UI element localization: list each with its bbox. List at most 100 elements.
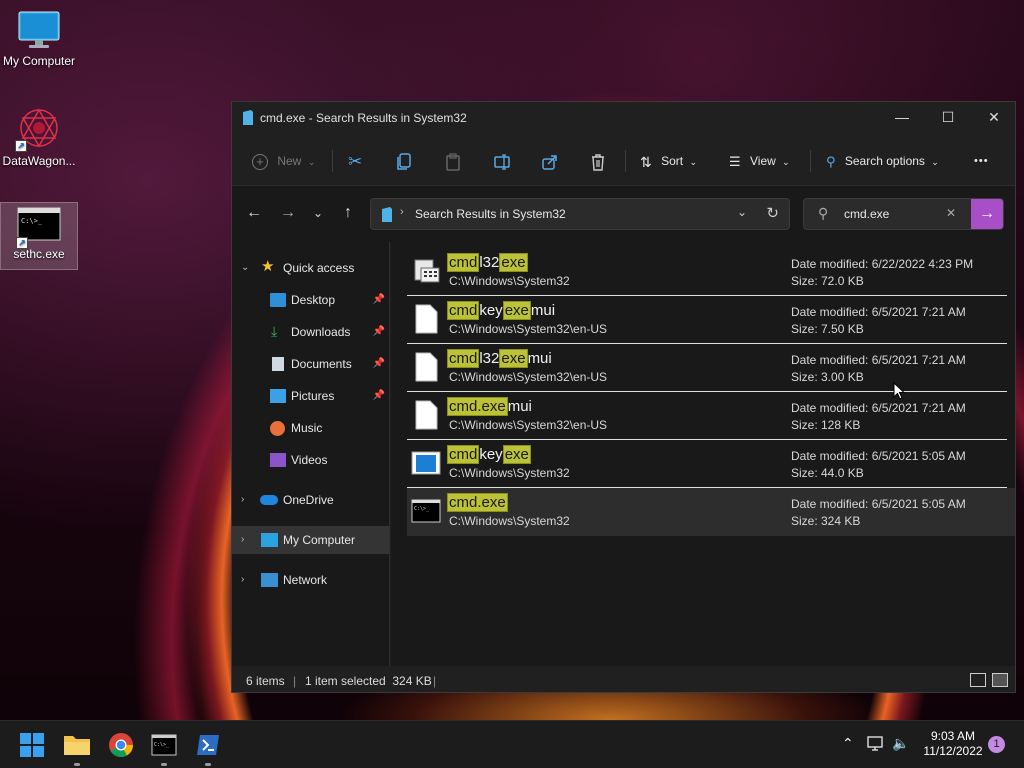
share-button[interactable] [542, 148, 558, 174]
tiles-view-icon[interactable] [992, 673, 1008, 687]
nav-videos[interactable]: Videos [232, 446, 389, 474]
nav-label: Music [291, 421, 323, 435]
chevron-down-icon: ⌄ [689, 157, 697, 167]
show-hidden-icons-chevron-icon[interactable]: ⌃ [842, 735, 854, 752]
view-list-icon: ☰ [729, 153, 741, 169]
search-options-button[interactable]: ⚲ Search options ⌄ [826, 148, 939, 174]
volume-icon[interactable]: 🔈 [892, 735, 909, 752]
result-row[interactable]: cmd l32 exe C:\Windows\System32 Date modif… [407, 248, 1007, 296]
toolbar-divider [810, 150, 811, 172]
match-highlight: cmd [447, 349, 480, 368]
search-go-button[interactable]: → [971, 199, 1003, 229]
notification-badge[interactable]: 1 [988, 736, 1005, 753]
nav-network[interactable]: › Network [232, 566, 389, 594]
search-options-label: Search options [844, 154, 925, 168]
system-clock[interactable]: 9:03 AM 11/12/2022 [918, 729, 988, 759]
result-row[interactable]: cmd key exe C:\Windows\System32 Date modif… [407, 440, 1007, 488]
search-input[interactable]: cmd.exe [844, 207, 889, 221]
start-button[interactable] [12, 729, 52, 761]
chevron-down-icon: ⌄ [931, 157, 939, 167]
nav-pictures[interactable]: Pictures 📌 [232, 382, 389, 410]
desktop-icon-my-computer[interactable]: My Computer [0, 10, 78, 68]
nav-my-computer[interactable]: › My Computer [232, 526, 389, 554]
file-size: Size: 72.0 KB [791, 274, 864, 288]
mouse-cursor-icon [893, 382, 905, 400]
nav-music[interactable]: Music [232, 414, 389, 442]
network-icon [261, 573, 278, 587]
nav-documents[interactable]: Documents 📌 [232, 350, 389, 378]
desktop-icon-sethc[interactable]: C:\>_ ↗ sethc.exe [0, 202, 78, 270]
file-path: C:\Windows\System32\en-US [449, 322, 608, 336]
nav-downloads[interactable]: ⤓ Downloads 📌 [232, 318, 389, 346]
address-row: ← → ⌄ ↑ › Search Results in System32 ⌄ ↻… [232, 186, 1015, 242]
nav-label: Downloads [291, 325, 351, 339]
sort-button[interactable]: ⇅ Sort ⌄ [640, 148, 697, 174]
refresh-icon[interactable]: ↻ [766, 204, 779, 222]
result-row[interactable]: cmd.exe mui C:\Windows\System32\en-US Dat… [407, 392, 1007, 440]
recent-locations-chevron-icon[interactable]: ⌄ [306, 202, 330, 226]
result-row[interactable]: cmd l32 exe mui C:\Windows\System32\en-US D… [407, 344, 1007, 392]
nav-desktop[interactable]: Desktop 📌 [232, 286, 389, 314]
result-row[interactable]: cmd key exe mui C:\Windows\System32\en-US D… [407, 296, 1007, 344]
address-bar[interactable]: › Search Results in System32 ⌄ ↻ [370, 198, 790, 230]
sort-arrows-icon: ⇅ [640, 153, 652, 170]
copy-button[interactable] [397, 148, 413, 174]
chevron-down-icon[interactable]: ⌄ [737, 205, 747, 219]
clock-date: 11/12/2022 [923, 744, 983, 758]
view-label: View [750, 154, 776, 168]
file-path: C:\Windows\System32\en-US [449, 418, 608, 432]
new-button[interactable]: + New ⌄ [252, 148, 315, 174]
minimize-button[interactable]: — [879, 102, 925, 134]
nav-label: Quick access [283, 261, 355, 275]
file-path: C:\Windows\System32 [449, 514, 570, 528]
file-name: cmd key exe mui [447, 301, 555, 320]
rename-button[interactable] [494, 148, 512, 174]
pin-icon: 📌 [372, 390, 385, 401]
details-view-icon[interactable] [970, 673, 986, 687]
svg-text:C:\>_: C:\>_ [414, 506, 430, 512]
chevron-right-icon: › [241, 574, 245, 585]
delete-button[interactable] [590, 148, 606, 174]
file-date: Date modified: 6/5/2021 7:21 AM [791, 305, 966, 319]
title-bar[interactable]: cmd.exe - Search Results in System32 — ☐… [232, 102, 1015, 134]
taskbar-chrome[interactable] [101, 729, 141, 761]
name-part: key [479, 446, 503, 463]
file-size: Size: 3.00 KB [791, 370, 864, 384]
star-icon: ★ [261, 258, 275, 275]
running-indicator [205, 763, 211, 766]
command-bar: + New ⌄ ✂ ⇅ Sort ⌄ ☰ View ⌄ ⚲ Search opt… [232, 134, 1015, 186]
close-button[interactable]: ✕ [971, 102, 1017, 134]
back-arrow-icon[interactable]: ← [242, 202, 266, 226]
desktop-icon-label: My Computer [2, 54, 76, 68]
share-icon [542, 155, 557, 170]
pin-icon: 📌 [372, 326, 385, 337]
maximize-button[interactable]: ☐ [925, 102, 971, 134]
nav-onedrive[interactable]: › OneDrive [232, 486, 389, 514]
paste-button[interactable] [445, 148, 461, 174]
file-name: cmd l32 exe [447, 253, 528, 272]
music-icon [270, 421, 285, 436]
file-name: cmd l32 exe mui [447, 349, 552, 368]
search-box[interactable]: ⚲ cmd.exe ✕ → [803, 198, 1004, 230]
view-button[interactable]: ☰ View ⌄ [729, 148, 790, 174]
file-date: Date modified: 6/5/2021 5:05 AM [791, 497, 966, 511]
up-arrow-icon[interactable]: ↑ [336, 202, 360, 226]
result-row-selected[interactable]: C:\>_ cmd.exe C:\Windows\System32 Date m… [407, 488, 1015, 536]
taskbar-file-explorer[interactable] [57, 729, 97, 766]
chevron-right-icon: › [400, 206, 404, 218]
cut-button[interactable]: ✂ [348, 148, 362, 174]
forward-arrow-icon[interactable]: → [276, 202, 300, 226]
chrome-icon [109, 733, 133, 758]
taskbar-command-prompt[interactable]: C:\>_ [144, 729, 184, 766]
taskbar-powershell[interactable] [188, 729, 228, 766]
trash-icon [592, 154, 604, 171]
more-options-button[interactable]: ••• [974, 148, 989, 174]
sort-label: Sort [661, 154, 684, 168]
svg-text:C:\>_: C:\>_ [21, 217, 43, 225]
clear-search-icon[interactable]: ✕ [946, 206, 956, 220]
desktop-icon-datawagon[interactable]: ↗ DataWagon... [0, 106, 78, 168]
network-status-icon[interactable] [867, 736, 885, 752]
nav-quick-access[interactable]: ⌄ ★ Quick access [232, 254, 389, 282]
pictures-icon [270, 389, 286, 403]
file-date: Date modified: 6/22/2022 4:23 PM [791, 257, 974, 271]
